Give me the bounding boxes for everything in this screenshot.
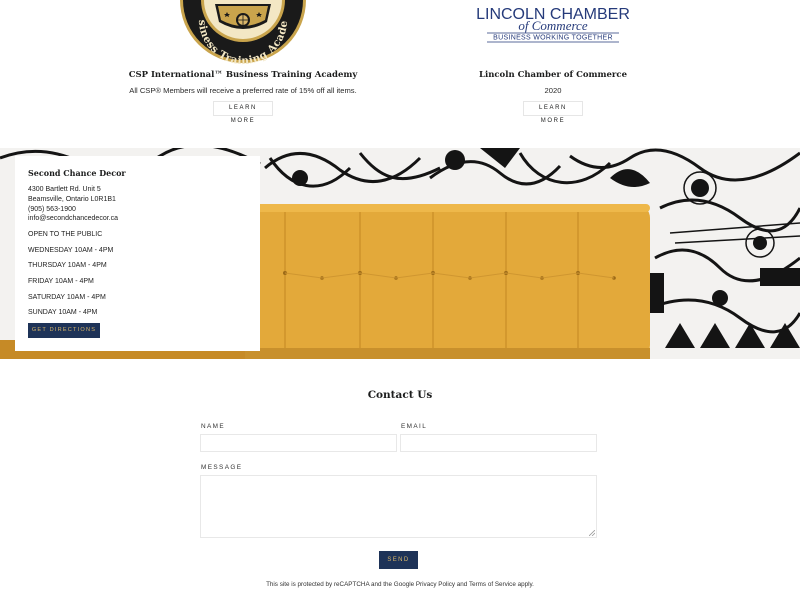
store-email[interactable]: info@secondchancedecor.ca bbox=[28, 214, 247, 224]
partner-csp: Business Training Academy CSP Internatio… bbox=[93, 0, 393, 124]
hours-line: SATURDAY 10AM - 4PM bbox=[28, 293, 106, 301]
hours-line: WEDNESDAY 10AM - 4PM bbox=[28, 246, 114, 254]
send-button[interactable]: SEND bbox=[379, 551, 418, 569]
message-label: MESSAGE bbox=[201, 464, 243, 471]
hours-line: SUNDAY 10AM - 4PM bbox=[28, 309, 98, 317]
hours-line: FRIDAY 10AM - 4PM bbox=[28, 277, 94, 285]
partner-name: Lincoln Chamber of Commerce bbox=[478, 70, 627, 80]
store-hero-section: Second Chance Decor 4300 Bartlett Rd. Un… bbox=[0, 148, 800, 359]
lincoln-logo-line3: BUSINESS WORKING TOGETHER bbox=[493, 35, 613, 42]
partners-section: Business Training Academy CSP Internatio… bbox=[0, 0, 800, 148]
name-label: NAME bbox=[201, 423, 226, 430]
partner-lincoln: LINCOLN CHAMBER of Commerce BUSINESS WOR… bbox=[403, 0, 703, 124]
lincoln-logo-line2: of Commerce bbox=[518, 18, 587, 33]
store-address-line2: Beamsville, Ontario L0R1B1 bbox=[28, 195, 116, 203]
contact-title: Contact Us bbox=[367, 389, 433, 401]
email-label: EMAIL bbox=[401, 423, 428, 430]
store-name: Second Chance Decor bbox=[28, 168, 126, 178]
partner-description: 2020 bbox=[544, 86, 562, 95]
hours-line: THURSDAY 10AM - 4PM bbox=[28, 262, 107, 270]
name-field[interactable] bbox=[200, 434, 397, 452]
hours-line: OPEN TO THE PUBLIC bbox=[28, 231, 103, 239]
store-phone[interactable]: (905) 563-1900 bbox=[28, 205, 247, 215]
learn-more-button[interactable]: LEARN MORE bbox=[213, 101, 273, 124]
learn-more-button[interactable]: LEARN MORE bbox=[523, 101, 583, 124]
recaptcha-notice: This site is protected by reCAPTCHA and … bbox=[266, 581, 534, 588]
get-directions-button[interactable]: GET DIRECTIONS bbox=[28, 323, 100, 338]
store-info-card: Second Chance Decor 4300 Bartlett Rd. Un… bbox=[15, 156, 260, 351]
csp-academy-logo: Business Training Academy bbox=[179, 0, 307, 66]
resize-grip-icon[interactable] bbox=[589, 530, 595, 536]
partner-description: All CSP® Members will receive a preferre… bbox=[129, 86, 357, 95]
message-field[interactable] bbox=[200, 475, 597, 538]
store-address-line1: 4300 Bartlett Rd. Unit 5 bbox=[28, 186, 101, 193]
email-field[interactable] bbox=[400, 434, 597, 452]
partner-name: CSP International™ Business Training Aca… bbox=[128, 70, 358, 80]
lincoln-chamber-logo: LINCOLN CHAMBER of Commerce BUSINESS WOR… bbox=[473, 0, 633, 66]
